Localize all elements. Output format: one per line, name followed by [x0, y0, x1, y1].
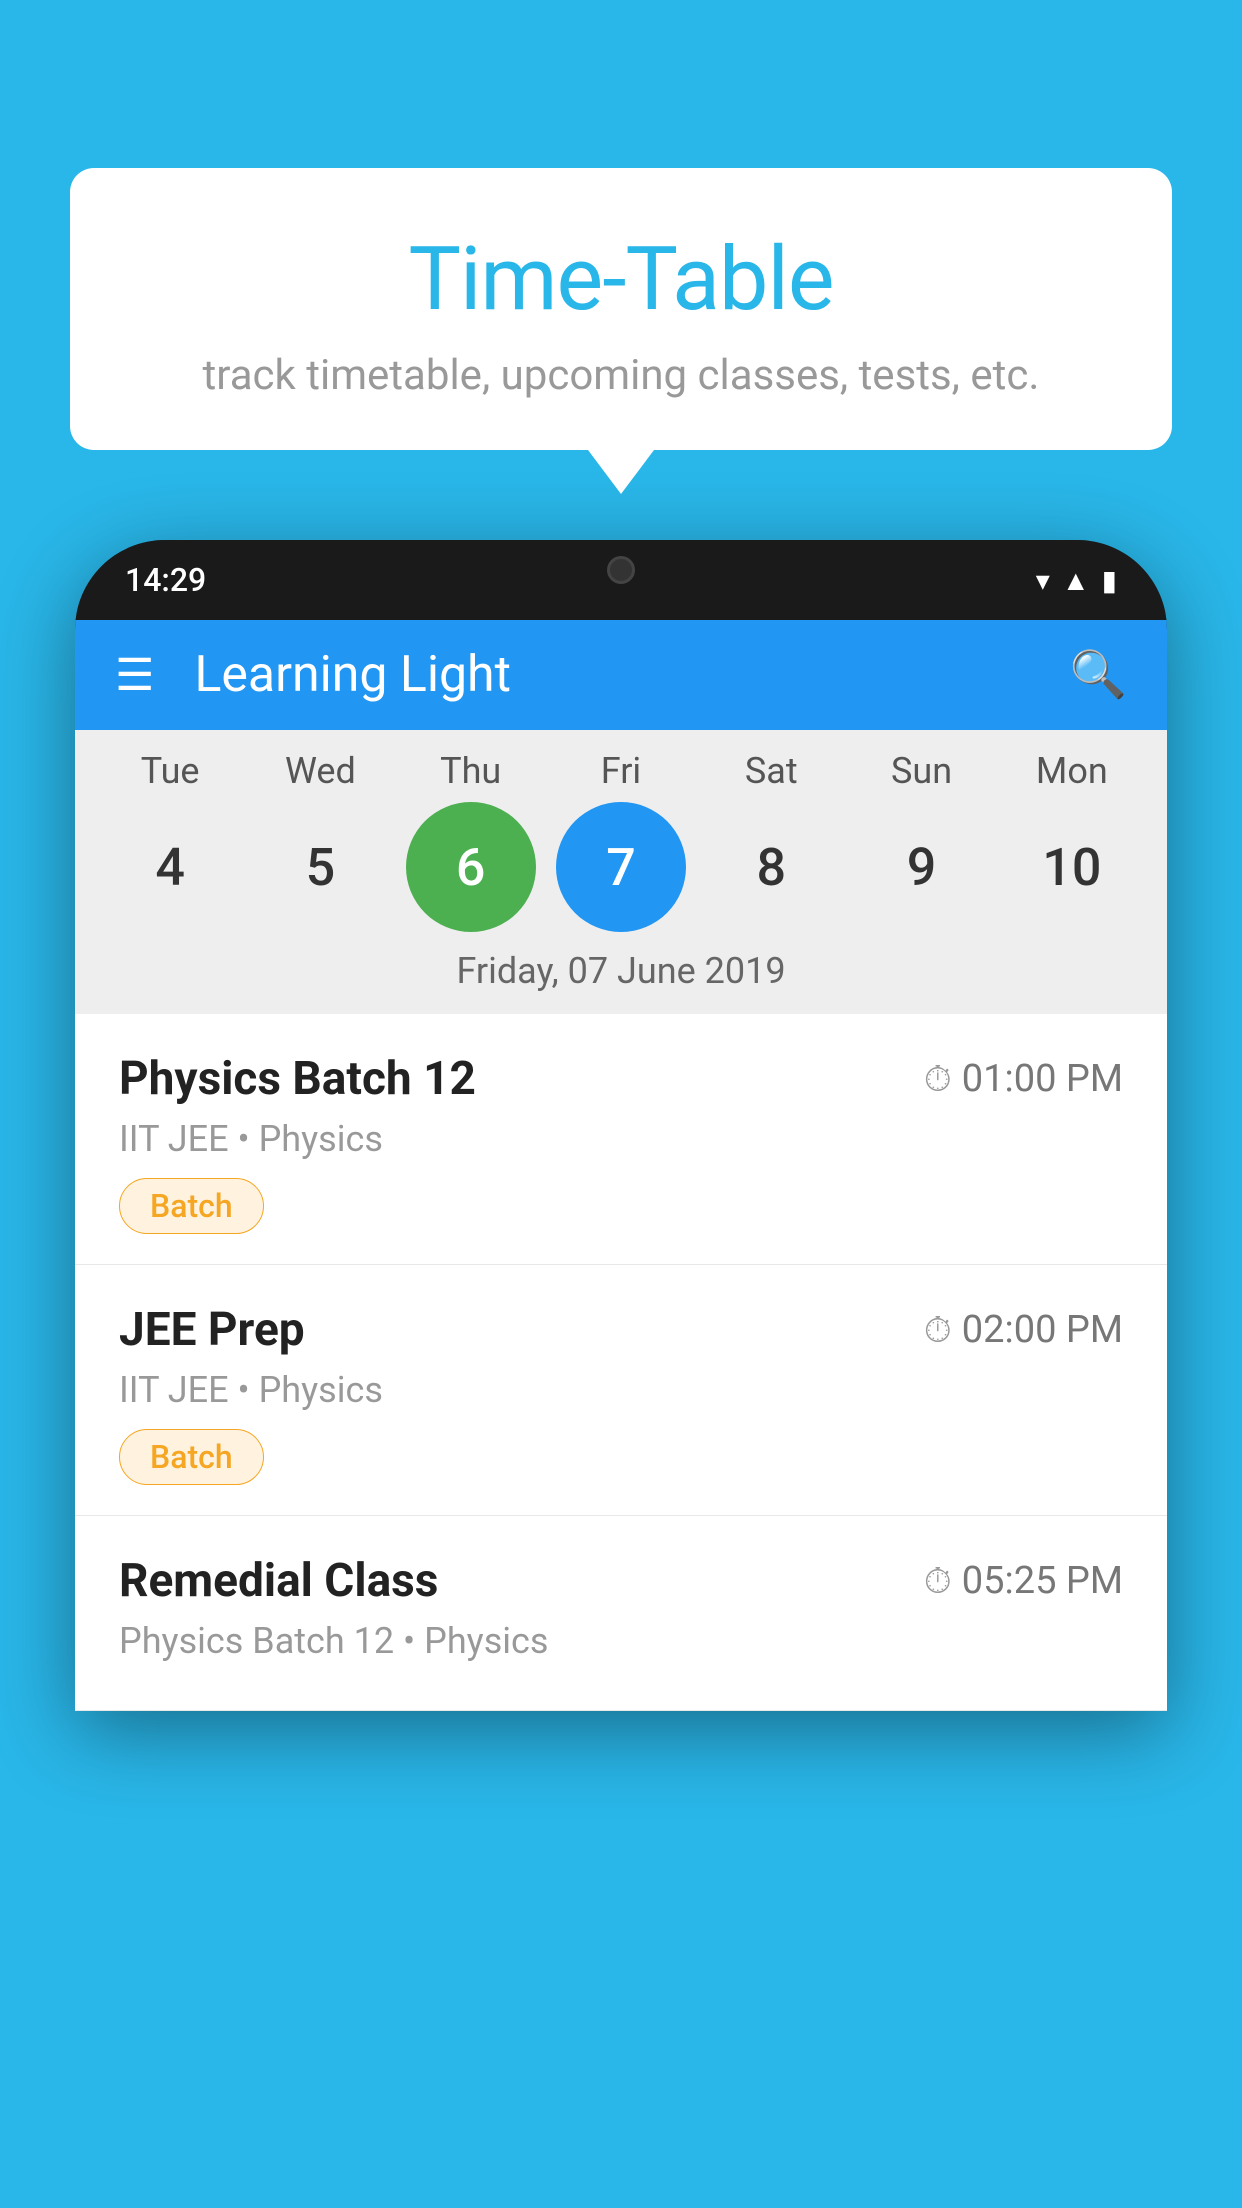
status-time: 14:29 — [125, 561, 206, 599]
notch — [511, 540, 731, 600]
day-label-thu: Thu — [406, 750, 536, 792]
tooltip-title: Time-Table — [140, 228, 1102, 331]
phone-wrapper: 14:29 ▾ ▲ ▮ ☰ Learning Light 🔍 Tue Wed T… — [75, 540, 1167, 2208]
schedule-item-3-header: Remedial Class ⏱ 05:25 PM — [119, 1554, 1123, 1608]
schedule-item-1-sub: IIT JEE • Physics — [119, 1118, 1123, 1160]
day-10[interactable]: 10 — [1007, 802, 1137, 932]
day-labels: Tue Wed Thu Fri Sat Sun Mon — [75, 750, 1167, 792]
app-header: ☰ Learning Light 🔍 — [75, 620, 1167, 730]
day-6-today[interactable]: 6 — [406, 802, 536, 932]
day-7-selected[interactable]: 7 — [556, 802, 686, 932]
schedule-container: Physics Batch 12 ⏱ 01:00 PM IIT JEE • Ph… — [75, 1014, 1167, 1711]
clock-icon-1: ⏱ — [924, 1058, 952, 1101]
tooltip-subtitle: track timetable, upcoming classes, tests… — [140, 351, 1102, 400]
app-title: Learning Light — [194, 646, 1069, 704]
day-9[interactable]: 9 — [857, 802, 987, 932]
tooltip-card: Time-Table track timetable, upcoming cla… — [70, 168, 1172, 450]
day-4[interactable]: 4 — [105, 802, 235, 932]
clock-icon-3: ⏱ — [924, 1560, 952, 1603]
schedule-item-3[interactable]: Remedial Class ⏱ 05:25 PM Physics Batch … — [75, 1516, 1167, 1711]
day-8[interactable]: 8 — [706, 802, 836, 932]
schedule-item-2-header: JEE Prep ⏱ 02:00 PM — [119, 1303, 1123, 1357]
day-label-mon: Mon — [1007, 750, 1137, 792]
phone-frame: 14:29 ▾ ▲ ▮ ☰ Learning Light 🔍 Tue Wed T… — [75, 540, 1167, 1711]
camera — [607, 556, 635, 584]
signal-icon: ▲ — [1062, 564, 1090, 597]
day-label-wed: Wed — [255, 750, 385, 792]
day-label-tue: Tue — [105, 750, 235, 792]
schedule-item-1[interactable]: Physics Batch 12 ⏱ 01:00 PM IIT JEE • Ph… — [75, 1014, 1167, 1265]
day-5[interactable]: 5 — [255, 802, 385, 932]
clock-icon-2: ⏱ — [924, 1309, 952, 1352]
batch-tag-2: Batch — [119, 1429, 264, 1485]
schedule-item-1-title: Physics Batch 12 — [119, 1052, 476, 1106]
battery-icon: ▮ — [1102, 564, 1117, 597]
schedule-item-2-sub: IIT JEE • Physics — [119, 1369, 1123, 1411]
calendar-strip: Tue Wed Thu Fri Sat Sun Mon 4 5 6 7 8 9 … — [75, 730, 1167, 1014]
hamburger-icon[interactable]: ☰ — [115, 653, 154, 697]
day-label-sun: Sun — [857, 750, 987, 792]
search-icon[interactable]: 🔍 — [1070, 648, 1127, 702]
status-bar: 14:29 ▾ ▲ ▮ — [75, 540, 1167, 620]
day-label-sat: Sat — [706, 750, 836, 792]
wifi-icon: ▾ — [1036, 564, 1050, 597]
schedule-item-2-time: ⏱ 02:00 PM — [924, 1308, 1123, 1352]
day-numbers: 4 5 6 7 8 9 10 — [75, 802, 1167, 932]
schedule-item-3-sub: Physics Batch 12 • Physics — [119, 1620, 1123, 1662]
schedule-item-2[interactable]: JEE Prep ⏱ 02:00 PM IIT JEE • Physics Ba… — [75, 1265, 1167, 1516]
schedule-item-1-header: Physics Batch 12 ⏱ 01:00 PM — [119, 1052, 1123, 1106]
schedule-item-3-time: ⏱ 05:25 PM — [924, 1559, 1123, 1603]
schedule-item-3-title: Remedial Class — [119, 1554, 438, 1608]
schedule-item-1-time: ⏱ 01:00 PM — [924, 1057, 1123, 1101]
batch-tag-1: Batch — [119, 1178, 264, 1234]
day-label-fri: Fri — [556, 750, 686, 792]
schedule-item-2-title: JEE Prep — [119, 1303, 305, 1357]
selected-date: Friday, 07 June 2019 — [75, 932, 1167, 1014]
status-icons: ▾ ▲ ▮ — [1036, 564, 1117, 597]
